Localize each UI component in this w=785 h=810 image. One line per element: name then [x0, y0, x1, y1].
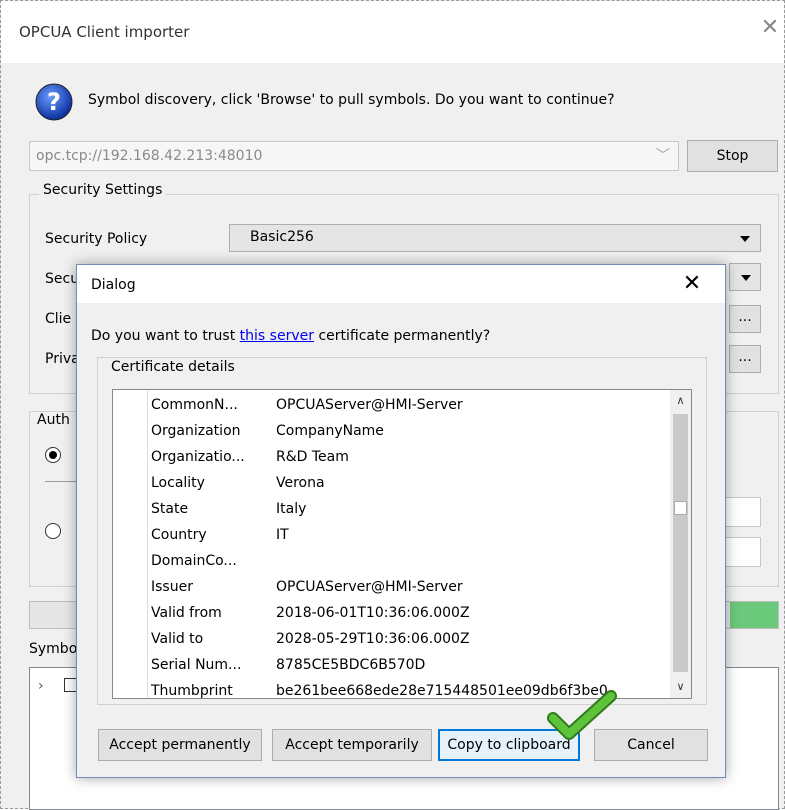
window-title: OPCUA Client importer [19, 23, 190, 41]
accept-temporarily-button[interactable]: Accept temporarily [272, 729, 432, 761]
certificate-field-name: Valid to [151, 631, 204, 647]
certificate-row[interactable]: Valid to 2028-05-29T10:36:06.000Z [113, 628, 668, 654]
certificate-field-value: Verona [276, 475, 325, 491]
client-cert-label: Clie [45, 311, 72, 327]
close-icon[interactable]: ✕ [677, 269, 707, 299]
certificate-field-name: Issuer [151, 579, 193, 595]
dialog-title: Dialog [91, 277, 136, 293]
question-icon: ? [35, 83, 73, 121]
close-icon[interactable]: ✕ [759, 17, 781, 39]
trust-question-prefix: Do you want to trust [91, 328, 240, 344]
certificate-field-value: 2028-05-29T10:36:06.000Z [276, 631, 470, 647]
certificate-field-name: Thumbprint [151, 683, 233, 699]
checkmark-icon [547, 690, 617, 740]
svg-text:?: ? [47, 88, 61, 116]
certificate-field-value: CompanyName [276, 423, 384, 439]
certificate-field-name: Organization [151, 423, 241, 439]
auth-user-radio[interactable] [45, 523, 61, 539]
certificate-field-value: 8785CE5BDC6B570D [276, 657, 426, 673]
security-mode-label: Secu [45, 271, 80, 287]
certificate-field-value: OPCUAServer@HMI-Server [276, 579, 463, 595]
certificate-field-value: 2018-06-01T10:36:06.000Z [276, 605, 470, 621]
security-policy-select[interactable]: Basic256 [229, 224, 761, 252]
dropdown-arrow-icon [741, 275, 751, 281]
certificate-field-name: Locality [151, 475, 205, 491]
auth-anonymous-radio[interactable] [45, 447, 61, 463]
server-url-combobox[interactable]: opc.tcp://192.168.42.213:48010 ﹀ [29, 141, 679, 171]
certificate-field-name: DomainCo... [151, 553, 237, 569]
certificate-field-value: Italy [276, 501, 307, 517]
discovery-prompt: Symbol discovery, click 'Browse' to pull… [88, 92, 615, 108]
trust-certificate-dialog: Dialog ✕ Do you want to trust this serve… [76, 264, 726, 778]
symbols-label: Symbo [29, 641, 78, 657]
authentication-legend: Auth [35, 412, 72, 428]
certificate-field-name: Organizatio... [151, 449, 245, 465]
certificate-field-value: R&D Team [276, 449, 349, 465]
scroll-down-icon[interactable]: ∨ [670, 676, 691, 698]
security-mode-select[interactable] [729, 263, 761, 291]
chevron-right-icon[interactable]: › [38, 678, 44, 694]
security-settings-legend: Security Settings [39, 182, 167, 198]
trust-question: Do you want to trust this server certifi… [91, 328, 490, 344]
scrollbar-thumb[interactable] [674, 501, 687, 515]
accept-permanently-button[interactable]: Accept permanently [98, 729, 262, 761]
username-input[interactable] [723, 497, 761, 527]
certificate-field-value: OPCUAServer@HMI-Server [276, 397, 463, 413]
certificate-row[interactable]: Serial Num... 8785CE5BDC6B570D [113, 654, 668, 680]
window-titlebar: OPCUA Client importer ✕ [1, 1, 784, 63]
certificate-field-name: State [151, 501, 189, 517]
scroll-up-icon[interactable]: ∧ [670, 390, 691, 412]
this-server-link[interactable]: this server [240, 328, 314, 344]
certificate-details-legend: Certificate details [105, 359, 241, 375]
certificate-field-name: Serial Num... [151, 657, 242, 673]
certificate-row[interactable]: CommonN... OPCUAServer@HMI-Server [113, 394, 668, 420]
security-policy-label: Security Policy [45, 231, 148, 247]
certificate-row[interactable]: Issuer OPCUAServer@HMI-Server [113, 576, 668, 602]
client-cert-browse-button[interactable]: ... [729, 305, 761, 333]
security-policy-value: Basic256 [250, 229, 314, 245]
progress-fill [730, 602, 778, 628]
server-url-value: opc.tcp://192.168.42.213:48010 [36, 148, 263, 164]
certificate-field-name: Country [151, 527, 207, 543]
private-key-browse-button[interactable]: ... [729, 345, 761, 373]
certificate-row[interactable]: Locality Verona [113, 472, 668, 498]
scrollbar-track[interactable] [673, 414, 688, 672]
certificate-row[interactable]: DomainCo... [113, 550, 668, 576]
certificate-details-list[interactable]: CommonN... OPCUAServer@HMI-Server Organiza… [112, 389, 692, 699]
dialog-titlebar: Dialog ✕ [77, 265, 725, 303]
dropdown-arrow-icon [740, 236, 750, 242]
certificate-field-name: CommonN... [151, 397, 238, 413]
password-input[interactable] [723, 537, 761, 567]
certificate-field-name: Valid from [151, 605, 222, 621]
certificate-row[interactable]: Organizatio... R&D Team [113, 446, 668, 472]
chevron-down-icon[interactable]: ﹀ [656, 145, 670, 165]
certificate-row[interactable]: Country IT [113, 524, 668, 550]
certificate-row[interactable]: State Italy [113, 498, 668, 524]
certificate-row[interactable]: Organization CompanyName [113, 420, 668, 446]
certificate-row[interactable]: Valid from 2018-06-01T10:36:06.000Z [113, 602, 668, 628]
stop-button[interactable]: Stop [687, 140, 778, 172]
trust-question-suffix: certificate permanently? [314, 328, 491, 344]
vertical-scrollbar[interactable]: ∧ ∨ [670, 390, 691, 698]
private-key-label: Priva [45, 351, 80, 367]
certificate-field-value: IT [276, 527, 289, 543]
